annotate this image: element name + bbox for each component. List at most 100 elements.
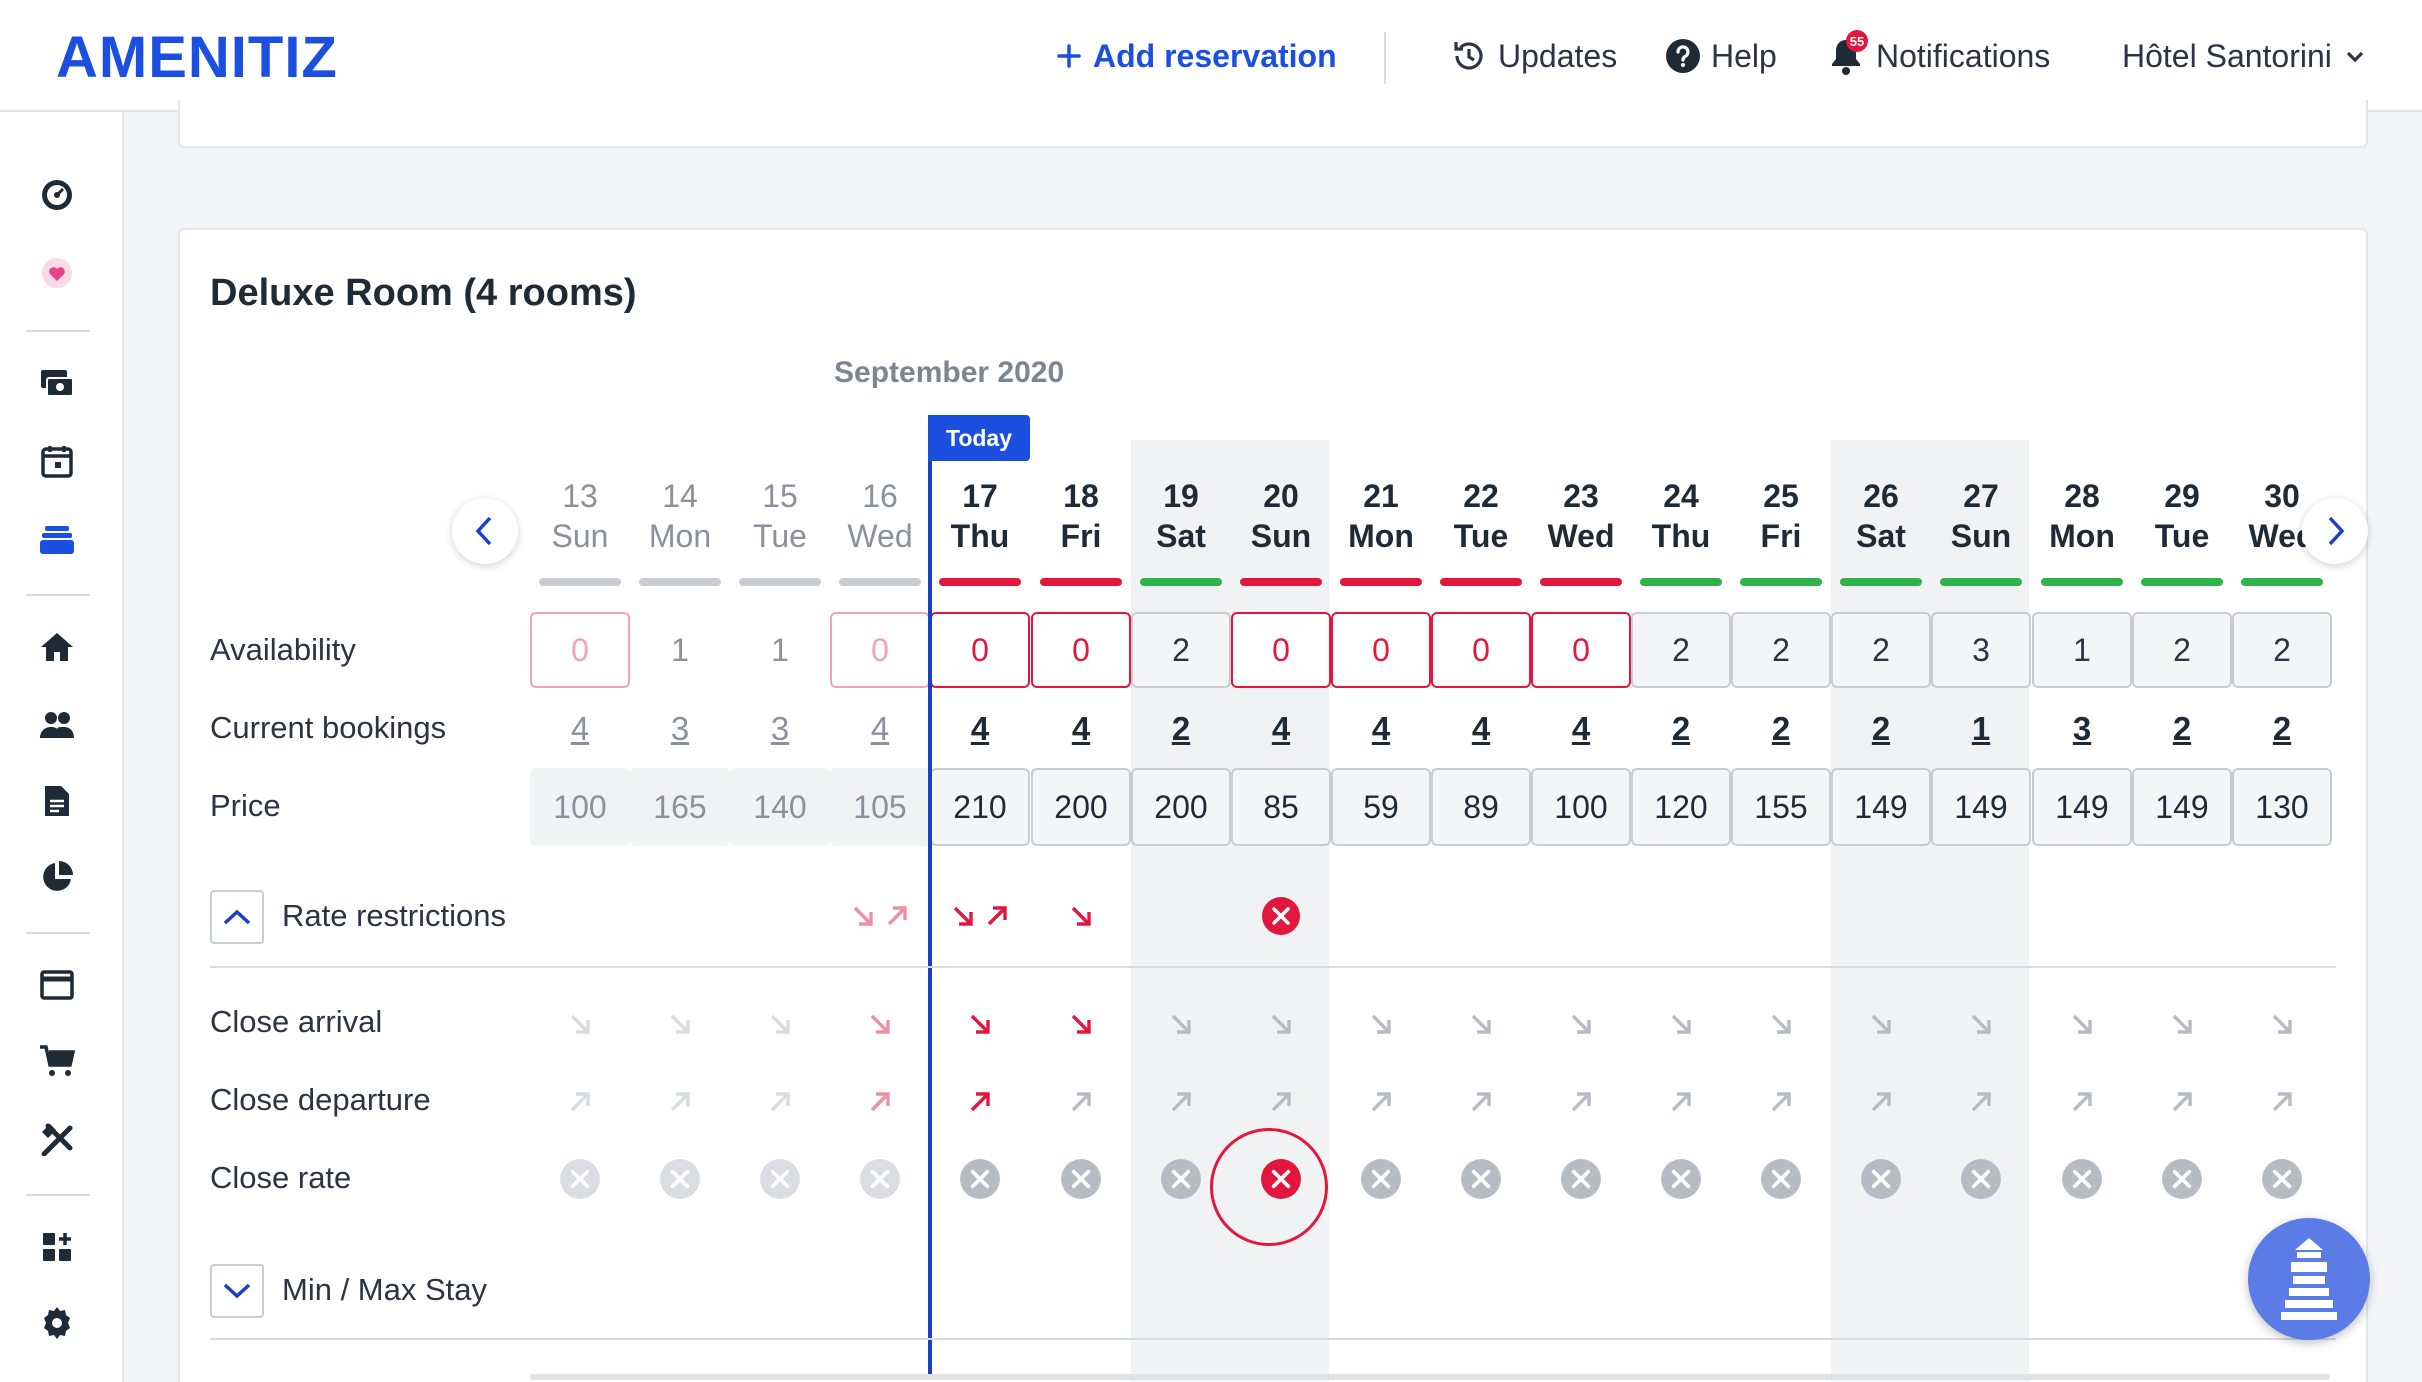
availability-cell[interactable]: 0 [1431,612,1531,688]
price-cell[interactable]: 210 [930,768,1030,846]
close-rate-toggle[interactable] [2132,1158,2232,1200]
availability-cell[interactable]: 0 [1331,612,1431,688]
close-arrival-toggle[interactable] [1031,1010,1131,1038]
close-rate-toggle[interactable] [830,1158,930,1200]
home-icon[interactable] [38,628,76,666]
add-reservation-button[interactable]: Add reservation [1055,32,1337,80]
close-arrival-toggle[interactable] [1131,1010,1231,1038]
close-rate-toggle[interactable] [1331,1158,1431,1200]
close-arrival-toggle[interactable] [1631,1010,1731,1038]
bookings-cell[interactable]: 2 [1131,710,1231,760]
bookings-cell[interactable]: 4 [1331,710,1431,760]
bookings-cell[interactable]: 4 [830,710,930,760]
close-rate-toggle[interactable] [2032,1158,2132,1200]
close-rate-toggle[interactable] [730,1158,830,1200]
website-icon[interactable] [38,966,76,1004]
availability-cell[interactable]: 1 [2032,612,2132,688]
close-arrival-toggle[interactable] [1731,1010,1831,1038]
availability-cell[interactable]: 3 [1931,612,2031,688]
price-cell[interactable]: 130 [2232,768,2332,846]
previous-dates-button[interactable] [452,498,518,564]
close-departure-toggle[interactable] [830,1088,930,1116]
price-cell[interactable]: 59 [1331,768,1431,846]
availability-cell[interactable]: 2 [2232,612,2332,688]
close-departure-toggle[interactable] [2032,1088,2132,1116]
availability-cell[interactable]: 2 [1831,612,1931,688]
bookings-cell[interactable]: 1 [1931,710,2031,760]
close-arrival-toggle[interactable] [2032,1010,2132,1038]
close-rate-toggle[interactable] [930,1158,1030,1200]
bookings-cell[interactable]: 3 [730,710,830,760]
availability-cell[interactable]: 0 [930,612,1030,688]
availability-cell[interactable]: 1 [730,612,830,688]
close-rate-toggle[interactable] [1431,1158,1531,1200]
price-cell[interactable]: 149 [2132,768,2232,846]
close-departure-toggle[interactable] [630,1088,730,1116]
close-arrival-toggle[interactable] [2132,1010,2232,1038]
close-departure-toggle[interactable] [1431,1088,1531,1116]
close-rate-toggle[interactable] [2232,1158,2332,1200]
bookings-cell[interactable]: 4 [1231,710,1331,760]
horizontal-scrollbar[interactable] [530,1374,2330,1380]
close-departure-toggle[interactable] [2132,1088,2232,1116]
updates-button[interactable]: Updates [1450,32,1617,80]
close-arrival-toggle[interactable] [630,1010,730,1038]
close-rate-toggle[interactable] [530,1158,630,1200]
price-cell[interactable]: 149 [1831,768,1931,846]
availability-cell[interactable]: 0 [1031,612,1131,688]
gear-icon[interactable] [38,1304,76,1342]
price-cell[interactable]: 200 [1031,768,1131,846]
apps-icon[interactable] [38,1228,76,1266]
close-departure-toggle[interactable] [1631,1088,1731,1116]
bookings-cell[interactable]: 3 [2032,710,2132,760]
cart-icon[interactable] [38,1042,76,1080]
availability-cell[interactable]: 0 [1231,612,1331,688]
availability-cell[interactable]: 0 [1531,612,1631,688]
pie-chart-icon[interactable] [38,858,76,896]
price-cell[interactable]: 200 [1131,768,1231,846]
price-cell[interactable]: 89 [1431,768,1531,846]
close-departure-toggle[interactable] [1031,1088,1131,1116]
guests-icon[interactable] [38,706,76,744]
close-arrival-toggle[interactable] [1531,1010,1631,1038]
price-cell[interactable]: 140 [730,768,830,846]
availability-cell[interactable]: 2 [1731,612,1831,688]
close-arrival-toggle[interactable] [530,1010,630,1038]
price-cell[interactable]: 149 [2032,768,2132,846]
close-rate-toggle[interactable] [1831,1158,1931,1200]
tools-icon[interactable] [38,1120,76,1158]
bookings-cell[interactable]: 2 [2232,710,2332,760]
close-departure-toggle[interactable] [2232,1088,2332,1116]
close-arrival-toggle[interactable] [930,1010,1030,1038]
rates-stack-icon[interactable] [38,520,76,558]
price-cell[interactable]: 105 [830,768,930,846]
availability-cell[interactable]: 2 [1631,612,1731,688]
price-cell[interactable]: 85 [1231,768,1331,846]
price-cell[interactable]: 100 [530,768,630,846]
price-cell[interactable]: 100 [1531,768,1631,846]
help-button[interactable]: Help [1665,32,1777,80]
bookings-cell[interactable]: 4 [1531,710,1631,760]
chat-support-button[interactable] [2248,1218,2370,1340]
bookings-cell[interactable]: 4 [1031,710,1131,760]
hotel-selector[interactable]: Hôtel Santorini [2122,32,2376,80]
availability-cell[interactable]: 0 [530,612,630,688]
close-arrival-toggle[interactable] [830,1010,930,1038]
close-arrival-toggle[interactable] [2232,1010,2332,1038]
close-arrival-toggle[interactable] [1331,1010,1431,1038]
close-departure-toggle[interactable] [1531,1088,1631,1116]
dashboard-icon[interactable] [38,176,76,214]
bookings-cell[interactable]: 2 [1831,710,1931,760]
bookings-cell[interactable]: 3 [630,710,730,760]
bookings-cell[interactable]: 4 [530,710,630,760]
availability-cell[interactable]: 1 [630,612,730,688]
close-rate-toggle[interactable] [1631,1158,1731,1200]
close-rate-toggle[interactable] [1031,1158,1131,1200]
close-departure-toggle[interactable] [1331,1088,1431,1116]
close-departure-toggle[interactable] [1131,1088,1231,1116]
price-cell[interactable]: 120 [1631,768,1731,846]
money-icon[interactable] [38,364,76,402]
availability-cell[interactable]: 0 [830,612,930,688]
next-dates-button[interactable] [2302,498,2368,564]
bookings-cell[interactable]: 2 [1731,710,1831,760]
